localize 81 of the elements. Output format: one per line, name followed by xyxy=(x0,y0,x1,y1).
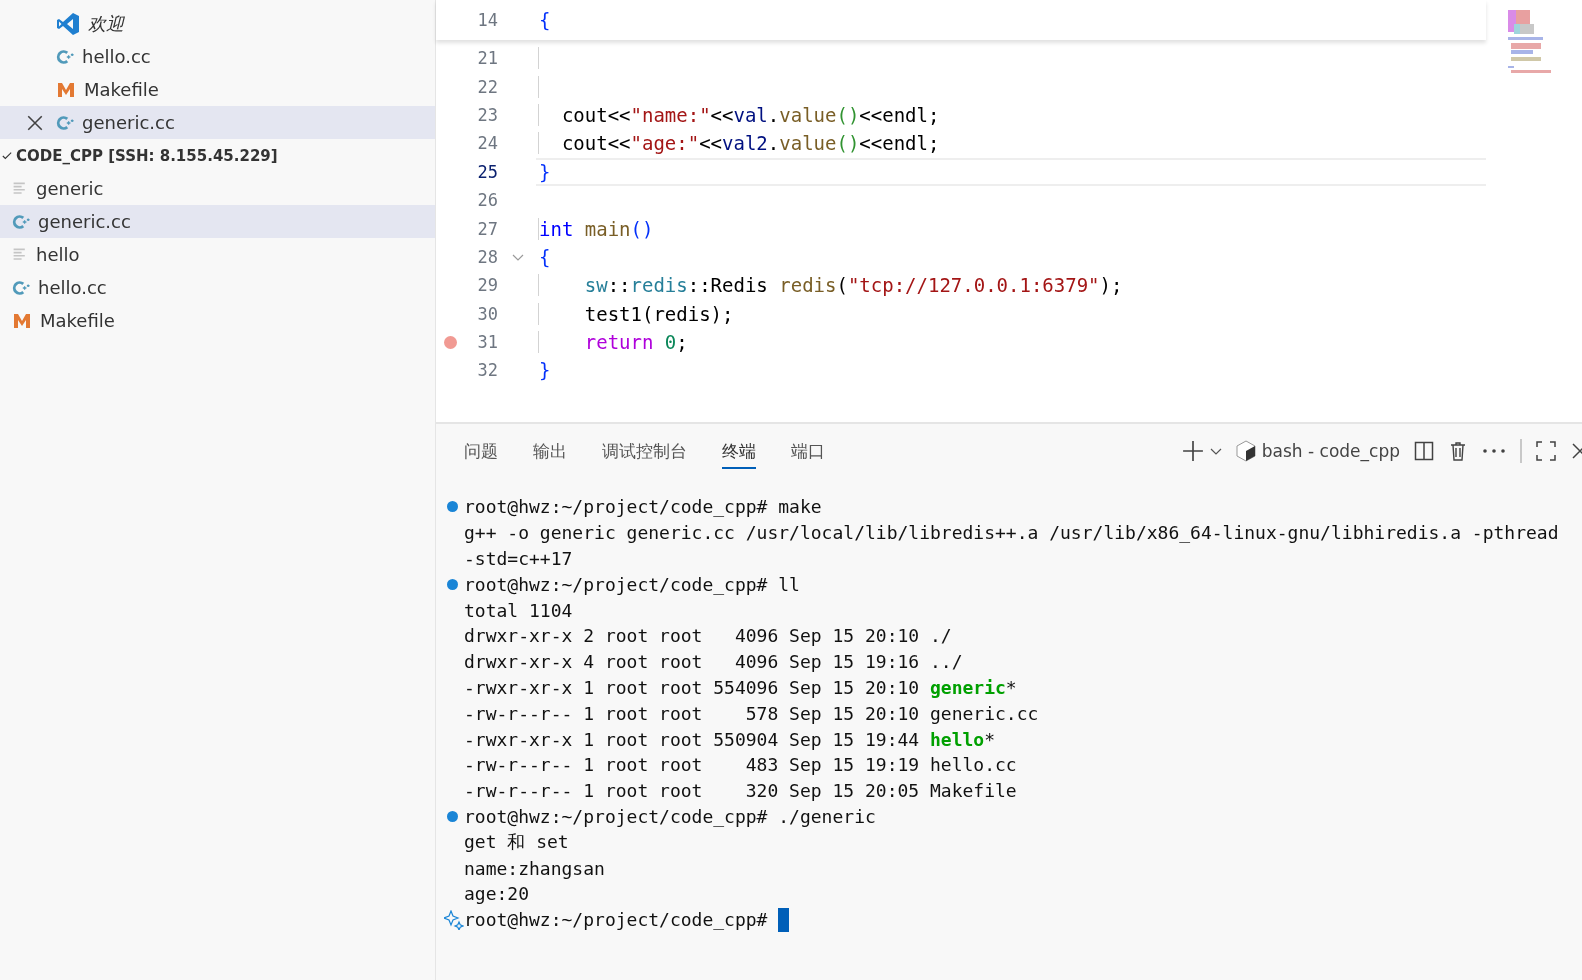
more-icon[interactable] xyxy=(1482,448,1506,454)
cpp-file-icon xyxy=(12,278,30,297)
code-line: { xyxy=(538,245,551,268)
text-file-icon xyxy=(12,180,28,197)
panel-tab[interactable]: 终端 xyxy=(722,433,756,469)
panel-tab[interactable]: 输出 xyxy=(533,433,567,469)
line-number: 30 xyxy=(476,303,498,324)
file-name: hello.cc xyxy=(82,46,151,67)
command-status-dot[interactable] xyxy=(447,810,458,822)
close-icon[interactable] xyxy=(26,114,44,132)
line-number: 29 xyxy=(476,275,498,296)
panel-tab[interactable]: 端口 xyxy=(791,433,825,469)
terminal-line: -rw-r--r-- 1 root root 483 Sep 15 19:19 hello.cc xyxy=(464,754,1017,776)
maximize-icon[interactable] xyxy=(1536,441,1556,461)
panel-tab[interactable]: 问题 xyxy=(464,433,498,469)
terminal-line: drwxr-xr-x 2 root root 4096 Sep 15 20:10 ./ xyxy=(464,625,952,647)
file-item[interactable]: Makefile xyxy=(0,304,435,337)
terminal-line: get 和 set xyxy=(464,830,569,855)
code-line: sw::redis::Redis redis("tcp://127.0.0.1:6379"); xyxy=(538,274,1123,297)
terminal-line: root@hwz:~/project/code_cpp# make xyxy=(464,496,822,518)
line-number: 25 xyxy=(476,161,498,182)
terminal-line: drwxr-xr-x 4 root root 4096 Sep 15 19:16 ../ xyxy=(464,651,963,673)
terminal-cursor xyxy=(778,907,790,932)
cpp-file-icon xyxy=(56,47,74,66)
line-number: 32 xyxy=(476,360,498,381)
file-item[interactable]: hello xyxy=(0,238,435,271)
open-editor-item[interactable]: 欢迎 xyxy=(0,7,435,40)
line-number: 26 xyxy=(476,190,498,211)
line-number: 27 xyxy=(476,218,498,239)
terminal-line: name:zhangsan xyxy=(464,857,605,879)
terminal-line: -rw-r--r-- 1 root root 320 Sep 15 20:05 Makefile xyxy=(464,780,1017,802)
file-item[interactable]: generic.cc xyxy=(0,205,435,238)
open-editor-item[interactable]: generic.cc xyxy=(0,106,435,139)
terminal-shell-icon xyxy=(1235,440,1256,462)
folder-name: CODE_CPP [SSH: 8.155.45.229] xyxy=(16,146,278,165)
line-number: 31 xyxy=(476,332,498,353)
terminal-line: g++ -o generic generic.cc /usr/local/lib/libredis++.a /usr/lib/x86_64-linux-gnu/libhiredis.a -pthread xyxy=(464,522,1559,544)
code-line: } xyxy=(538,160,551,183)
code-line: } xyxy=(538,359,551,382)
cpp-file-icon xyxy=(56,113,74,132)
line-number: 21 xyxy=(476,48,498,69)
terminal-line: age:20 xyxy=(464,883,530,905)
terminal-name[interactable]: bash - code_cpp xyxy=(1261,441,1400,461)
text-file-icon xyxy=(12,246,28,263)
terminal-line: root@hwz:~/project/code_cpp# xyxy=(464,909,769,931)
terminal-line: -rwxr-xr-x 1 root root 550904 Sep 15 19:44 hello* xyxy=(464,728,996,750)
code-line: int main() xyxy=(538,217,654,240)
breakpoint-dot[interactable] xyxy=(443,335,457,349)
terminal-line: total 1104 xyxy=(464,599,573,621)
terminal-line: root@hwz:~/project/code_cpp# ./generic xyxy=(464,805,876,827)
code-line: test1(redis); xyxy=(538,302,734,325)
folder-header[interactable]: CODE_CPP [SSH: 8.155.45.229] xyxy=(0,139,435,172)
file-name: generic.cc xyxy=(82,112,175,133)
split-icon[interactable] xyxy=(1414,441,1434,461)
plus-icon[interactable] xyxy=(1181,440,1204,462)
file-name: Makefile xyxy=(84,79,159,100)
line-number: 24 xyxy=(476,133,498,154)
terminal-line: -rwxr-xr-x 1 root root 554096 Sep 15 20:10 generic* xyxy=(464,676,1017,698)
line-number: 14 xyxy=(476,10,498,30)
sparkle-icon[interactable] xyxy=(444,909,464,930)
cpp-file-icon xyxy=(12,212,30,231)
panel-tab[interactable]: 调试控制台 xyxy=(602,433,687,469)
line-number: 23 xyxy=(476,104,498,125)
terminal-line: root@hwz:~/project/code_cpp# ll xyxy=(464,573,800,595)
code-line: return 0; xyxy=(538,331,688,354)
command-status-dot[interactable] xyxy=(447,578,458,590)
line-number: 28 xyxy=(476,246,498,267)
code-line: { xyxy=(538,9,551,31)
code-line: cout<<"age:"<<val2.value()<<endl; xyxy=(538,132,940,155)
code-line: cout<<"name:"<<val.value()<<endl; xyxy=(538,103,940,126)
open-editor-item[interactable]: hello.cc xyxy=(0,40,435,73)
command-status-dot[interactable] xyxy=(447,501,458,513)
file-item[interactable]: generic xyxy=(0,172,435,205)
terminal-line: -std=c++17 xyxy=(464,548,573,569)
open-editor-item[interactable]: Makefile xyxy=(0,73,435,106)
trash-icon[interactable] xyxy=(1448,441,1468,461)
file-name: 欢迎 xyxy=(88,11,124,36)
line-number: 22 xyxy=(476,76,498,97)
terminal-line: -rw-r--r-- 1 root root 578 Sep 15 20:10 generic.cc xyxy=(464,702,1039,724)
code-editor-logo-icon xyxy=(56,11,80,36)
file-item[interactable]: hello.cc xyxy=(0,271,435,304)
